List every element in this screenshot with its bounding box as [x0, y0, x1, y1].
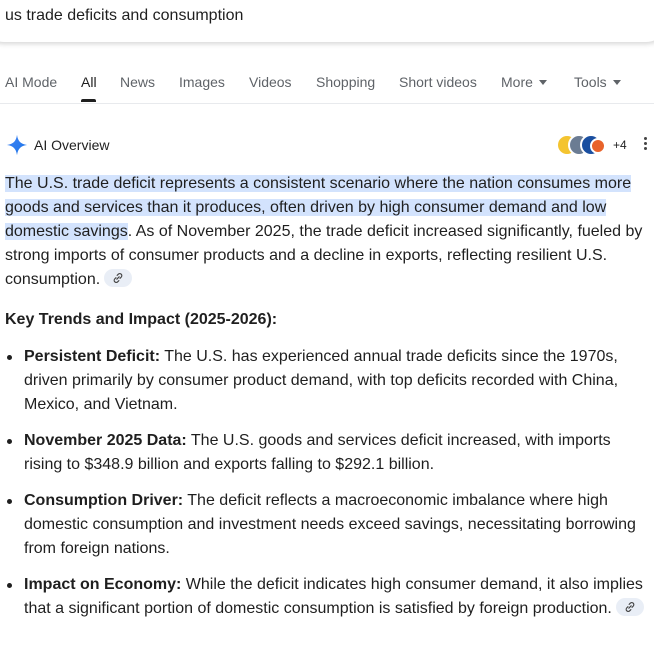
source-favicon-icon [590, 138, 606, 154]
ai-overview-header: AI Overview +4 [4, 133, 654, 157]
tab-short-videos[interactable]: Short videos [399, 74, 477, 90]
overview-intro: The U.S. trade deficit represents a cons… [5, 172, 645, 292]
tab-shopping[interactable]: Shopping [316, 74, 375, 90]
tab-news[interactable]: News [120, 74, 155, 90]
section-heading: Key Trends and Impact (2025-2026): [5, 311, 278, 328]
tab-videos[interactable]: Videos [249, 74, 292, 90]
tab-tools-label: Tools [574, 74, 607, 90]
tabs-divider [0, 103, 654, 104]
list-item: Consumption Driver: The deficit reflects… [5, 489, 645, 561]
citation-link-button[interactable] [104, 269, 133, 287]
list-item: Impact on Economy: While the deficit ind… [5, 573, 645, 621]
list-item: Persistent Deficit: The U.S. has experie… [5, 345, 645, 417]
active-tab-indicator [81, 99, 96, 102]
tab-ai-mode[interactable]: AI Mode [5, 74, 57, 90]
bullet-term: November 2025 Data: [24, 432, 187, 449]
tab-more[interactable]: More [501, 74, 547, 90]
caret-down-icon [612, 80, 621, 85]
search-input[interactable]: us trade deficits and consumption [5, 7, 243, 25]
tab-all[interactable]: All [81, 74, 97, 90]
bullet-term: Impact on Economy: [24, 576, 182, 593]
caret-down-icon [538, 80, 547, 85]
link-icon [625, 602, 635, 612]
tab-more-label: More [501, 74, 533, 90]
bullet-list: Persistent Deficit: The U.S. has experie… [5, 345, 645, 621]
bullet-term: Persistent Deficit: [24, 348, 161, 365]
ai-overview-title: AI Overview [34, 137, 110, 153]
sparkle-icon [6, 134, 28, 156]
more-vert-icon[interactable] [642, 137, 648, 153]
list-item: November 2025 Data: The U.S. goods and s… [5, 429, 645, 477]
tab-images[interactable]: Images [179, 74, 225, 90]
source-favicons[interactable]: +4 [556, 134, 628, 156]
search-tabs: AI Mode All News Images Videos Shopping … [0, 72, 654, 104]
ai-overview-body: The U.S. trade deficit represents a cons… [5, 172, 645, 633]
bullet-term: Consumption Driver: [24, 492, 184, 509]
link-icon [113, 273, 123, 283]
sources-more-count: +4 [613, 138, 627, 152]
tab-tools[interactable]: Tools [574, 74, 621, 90]
citation-link-button[interactable] [615, 598, 644, 616]
